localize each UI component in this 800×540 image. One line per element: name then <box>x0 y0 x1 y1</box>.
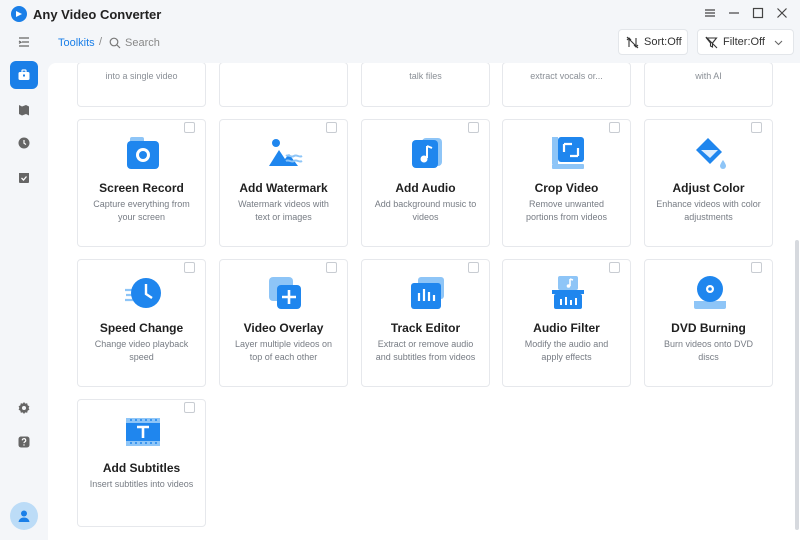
chevron-down-icon <box>774 40 783 46</box>
select-checkbox[interactable] <box>609 262 620 273</box>
tool-card-partial[interactable]: extract vocals or... <box>502 63 631 107</box>
library-icon[interactable] <box>10 96 38 124</box>
tool-desc: Capture everything from your screen <box>93 199 190 222</box>
tasks-icon[interactable] <box>10 164 38 192</box>
tool-desc: Extract or remove audio and subtitles fr… <box>375 339 476 362</box>
breadcrumb-separator: / <box>99 36 103 48</box>
settings-icon[interactable] <box>10 394 38 422</box>
screen-record-icon <box>127 137 159 169</box>
tool-card-partial[interactable]: talk files <box>361 63 490 107</box>
speed-clock-icon <box>125 278 161 308</box>
app-logo-icon <box>11 6 27 22</box>
toolkit-icon[interactable] <box>10 61 38 89</box>
toolkit-grid: into a single video talk files extract v… <box>48 63 800 540</box>
tool-title: Add Audio <box>395 181 456 195</box>
tool-desc: with AI <box>695 71 722 81</box>
tool-card-add-watermark[interactable]: Add Watermark Watermark videos with text… <box>219 119 348 247</box>
select-checkbox[interactable] <box>326 122 337 133</box>
tool-title: Speed Change <box>99 321 184 335</box>
tool-desc: extract vocals or... <box>530 71 603 81</box>
title-bar: Any Video Converter <box>0 0 800 28</box>
filter-icon <box>705 36 718 48</box>
sort-button[interactable]: Sort:Off <box>618 29 688 55</box>
tool-card-partial[interactable]: into a single video <box>77 63 206 107</box>
filter-label: Filter:Off <box>723 36 765 48</box>
dvd-disc-icon <box>694 276 726 309</box>
paint-bucket-icon <box>696 138 726 169</box>
select-checkbox[interactable] <box>751 262 762 273</box>
tool-desc: into a single video <box>105 71 178 81</box>
tool-desc: Add background music to videos <box>374 199 477 222</box>
tool-title: Adjust Color <box>672 181 745 195</box>
crop-icon <box>552 137 584 169</box>
sidebar <box>0 28 48 540</box>
tool-title: Add Subtitles <box>102 461 181 475</box>
app-title: Any Video Converter <box>33 7 162 22</box>
tool-title: DVD Burning <box>671 321 746 335</box>
tool-desc: Remove unwanted portions from videos <box>525 199 608 222</box>
tool-card-add-subtitles[interactable]: Add Subtitles Insert subtitles into vide… <box>77 399 206 527</box>
menu-icon[interactable] <box>702 5 718 21</box>
scrollbar[interactable] <box>795 240 799 530</box>
tool-card-partial[interactable] <box>219 63 348 107</box>
tool-desc: Burn videos onto DVD discs <box>663 339 754 362</box>
select-checkbox[interactable] <box>609 122 620 133</box>
select-checkbox[interactable] <box>184 262 195 273</box>
tool-desc: Change video playback speed <box>94 339 189 362</box>
tool-title: Screen Record <box>99 181 184 195</box>
tool-card-partial[interactable]: with AI <box>644 63 773 107</box>
tool-card-audio-filter[interactable]: Audio Filter Modify the audio and apply … <box>502 259 631 387</box>
user-avatar[interactable] <box>10 502 38 530</box>
tool-card-add-audio[interactable]: Add Audio Add background music to videos <box>361 119 490 247</box>
history-icon[interactable] <box>10 129 38 157</box>
tool-card-video-overlay[interactable]: Video Overlay Layer multiple videos on t… <box>219 259 348 387</box>
tool-card-dvd-burning[interactable]: DVD Burning Burn videos onto DVD discs <box>644 259 773 387</box>
search-icon <box>109 37 121 49</box>
tool-card-screen-record[interactable]: Screen Record Capture everything from yo… <box>77 119 206 247</box>
tool-desc: Watermark videos with text or images <box>238 199 329 222</box>
close-icon[interactable] <box>774 5 790 21</box>
audio-track-icon <box>411 277 444 309</box>
minimize-icon[interactable] <box>726 5 742 21</box>
breadcrumb-toolkits[interactable]: Toolkits <box>58 37 95 49</box>
tool-desc: Layer multiple videos on top of each oth… <box>234 339 333 362</box>
tool-card-crop-video[interactable]: Crop Video Remove unwanted portions from… <box>502 119 631 247</box>
tool-title: Add Watermark <box>239 181 328 195</box>
help-icon[interactable] <box>10 428 38 456</box>
tool-card-speed-change[interactable]: Speed Change Change video playback speed <box>77 259 206 387</box>
filter-button[interactable]: Filter:Off <box>697 29 794 55</box>
tool-desc: talk files <box>409 71 442 81</box>
tool-title: Crop Video <box>534 181 599 195</box>
select-checkbox[interactable] <box>184 122 195 133</box>
music-note-icon <box>412 138 442 168</box>
select-checkbox[interactable] <box>184 402 195 413</box>
select-checkbox[interactable] <box>751 122 762 133</box>
tool-title: Video Overlay <box>243 321 324 335</box>
watermark-icon <box>269 139 303 166</box>
select-checkbox[interactable] <box>468 122 479 133</box>
overlay-plus-icon <box>269 277 301 309</box>
select-checkbox[interactable] <box>468 262 479 273</box>
search-input[interactable] <box>125 33 245 53</box>
collapse-menu-icon[interactable] <box>10 28 38 56</box>
audio-filter-icon <box>552 276 584 309</box>
tool-title: Track Editor <box>390 321 461 335</box>
select-checkbox[interactable] <box>326 262 337 273</box>
tool-card-adjust-color[interactable]: Adjust Color Enhance videos with color a… <box>644 119 773 247</box>
tool-desc: Modify the audio and apply effects <box>524 339 609 362</box>
sort-label: Sort:Off <box>644 36 682 48</box>
tool-desc: Enhance videos with color adjustments <box>656 199 761 222</box>
subtitles-icon <box>126 418 160 446</box>
sort-off-icon <box>626 36 639 48</box>
tool-title: Audio Filter <box>533 321 600 335</box>
maximize-icon[interactable] <box>750 5 766 21</box>
tool-card-track-editor[interactable]: Track Editor Extract or remove audio and… <box>361 259 490 387</box>
tool-desc: Insert subtitles into videos <box>89 479 194 489</box>
